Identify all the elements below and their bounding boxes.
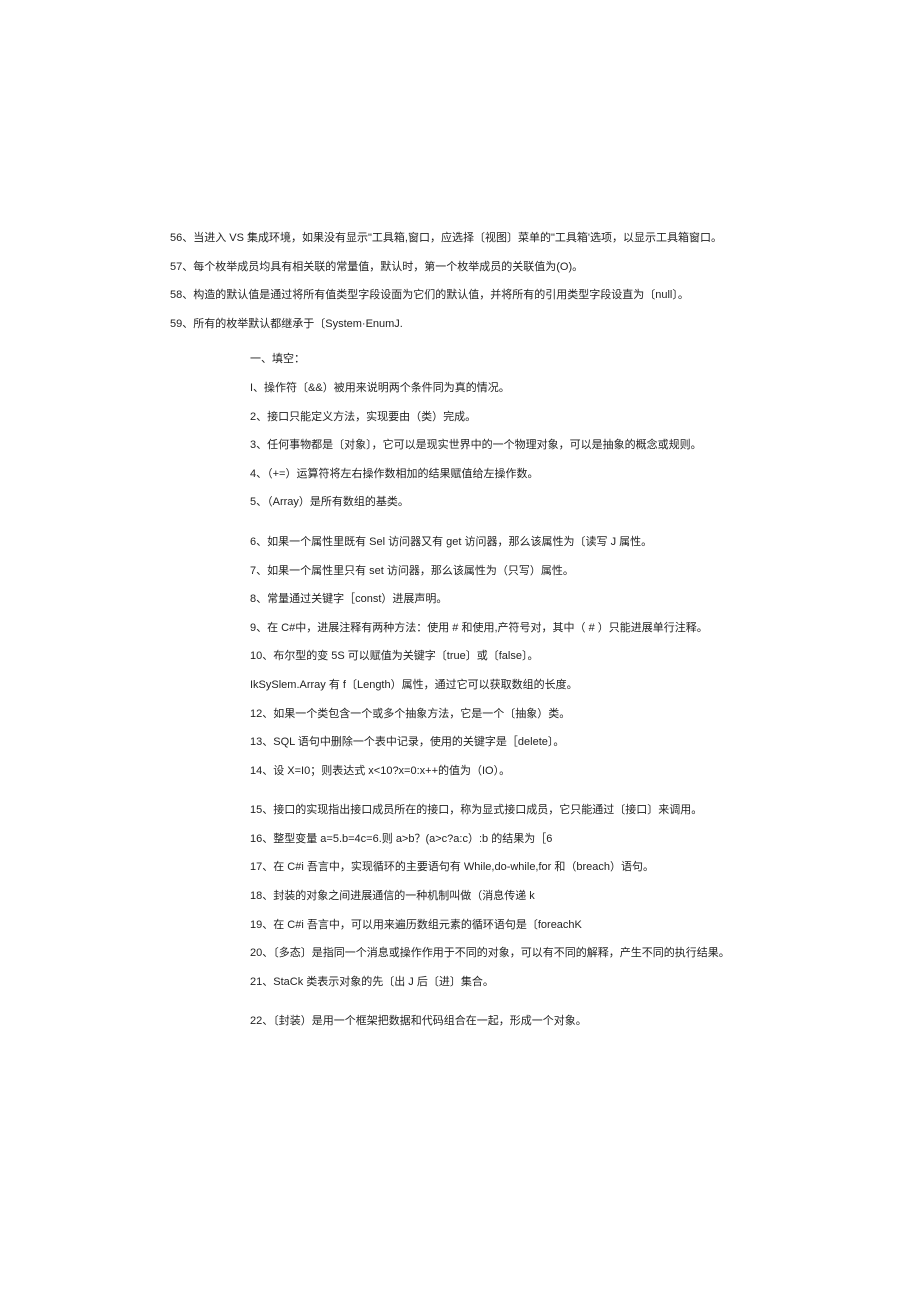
inner-item: 9、在 C#中，进展注释有两种方法：使用 # 和使用,产符号对，其中（ # ）只…	[250, 620, 870, 638]
inner-item: 10、布尔型的变 5S 可以赋值为关键字〔true〕或〔false〕。	[250, 648, 870, 666]
inner-item: 21、StaCk 类表示对象的先〔出 J 后〔进〕集合。	[250, 974, 870, 992]
inner-item: 16、整型变量 a=5.b=4c=6.则 a>b？(a>c?a:c）:b 的结果…	[250, 831, 870, 849]
outer-item: 56、当进入 VS 集成环境，如果没有显示"工具箱,窗口，应选择〔视图〕菜单的"…	[170, 230, 870, 248]
inner-item: 14、设 X=I0；则表达式 x<10?x=0:x++的值为（IO）。	[250, 763, 870, 781]
outer-list: 56、当进入 VS 集成环境，如果没有显示"工具箱,窗口，应选择〔视图〕菜单的"…	[170, 230, 870, 333]
inner-item: IkSySlem.Array 有 f〔Length）属性，通过它可以获取数组的长…	[250, 677, 870, 695]
section-header: 一、填空：	[250, 351, 870, 369]
inner-item: 7、如果一个属性里只有 set 访问器，那么该属性为（只写）属性。	[250, 563, 870, 581]
inner-item: 4、（+=）运算符将左右操作数相加的结果赋值给左操作数。	[250, 466, 870, 484]
inner-item: 2、接口只能定义方法，实现要由（类）完成。	[250, 409, 870, 427]
inner-item: 3、任何事物都是〔对象〕，它可以是现实世界中的一个物理对象，可以是抽象的概念或规…	[250, 437, 870, 455]
inner-item: 12、如果一个类包含一个或多个抽象方法，它是一个〔抽象）类。	[250, 706, 870, 724]
inner-item: I、操作符〔&&）被用来说明两个条件同为真的情况。	[250, 380, 870, 398]
outer-item: 57、每个枚举成员均具有相关联的常量值，默认时，第一个枚举成员的关联值为(O)。	[170, 259, 870, 277]
outer-item: 58、构造的默认值是通过将所有值类型字段设面为它们的默认值，并将所有的引用类型字…	[170, 287, 870, 305]
outer-item: 59、所有的枚举默认都继承于〔System·EnumJ.	[170, 316, 870, 334]
inner-item: 6、如果一个属性里既有 Sel 访问器又有 get 访问器，那么该属性为〔读写 …	[250, 534, 870, 552]
inner-list: I、操作符〔&&）被用来说明两个条件同为真的情况。 2、接口只能定义方法，实现要由…	[250, 380, 870, 1031]
inner-item: 22、〔封装）是用一个框架把数据和代码组合在一起，形成一个对象。	[250, 1013, 870, 1031]
inner-item: 18、封装的对象之间进展通信的一种机制叫做（消息传递 k	[250, 888, 870, 906]
inner-item: 13、SQL 语句中删除一个表中记录，使用的关键字是［delete〕。	[250, 734, 870, 752]
inner-item: 19、在 C#i 吾言中，可以用来遍历数组元素的循环语句是〔foreachK	[250, 917, 870, 935]
inner-item: 20、〔多态〕是指同一个消息或操作作用于不同的对象，可以有不同的解释，产生不同的…	[250, 945, 870, 963]
inner-item: 5、（Array）是所有数组的基类。	[250, 494, 870, 512]
inner-item: 17、在 C#i 吾言中，实现循环的主要语句有 While,do-while,f…	[250, 859, 870, 877]
inner-item: 15、接口的实现指出接口成员所在的接口，称为显式接口成员，它只能通过〔接口〕来调…	[250, 802, 870, 820]
inner-item: 8、常量通过关键字［const）进展声明。	[250, 591, 870, 609]
